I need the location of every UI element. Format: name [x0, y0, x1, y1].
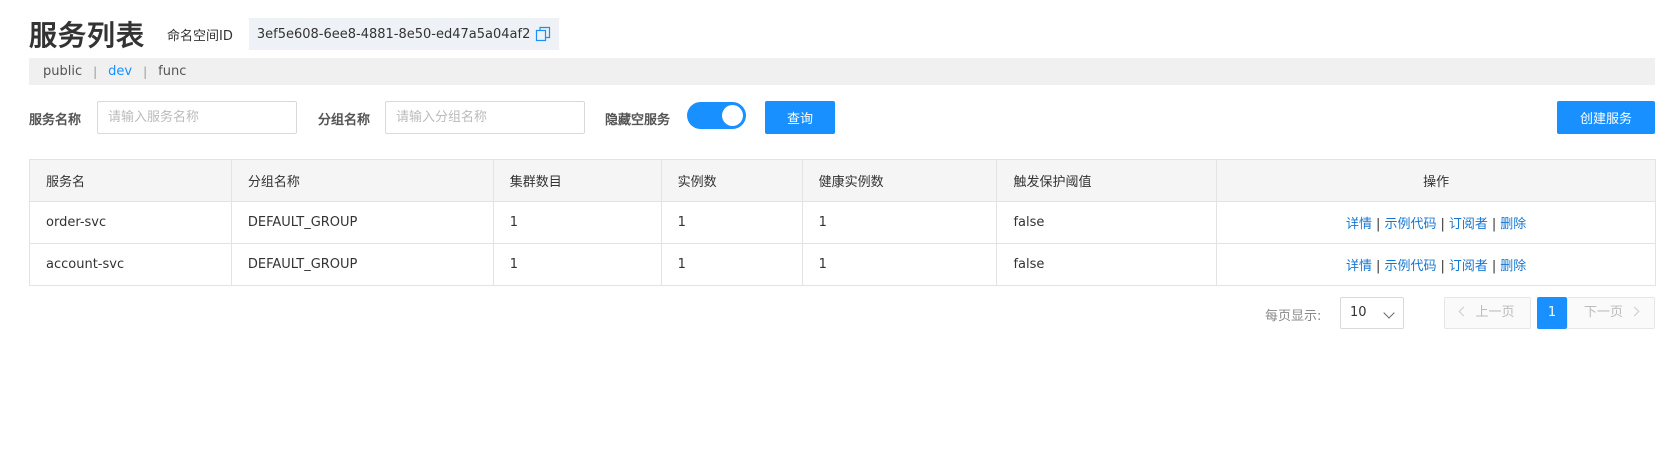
- namespace-id-box: 3ef5e608-6ee8-4881-8e50-ed47a5a04af2: [248, 18, 560, 50]
- group-name-label: 分组名称: [318, 113, 371, 128]
- prev-page-button[interactable]: 上一页: [1444, 297, 1531, 329]
- chevron-left-icon: [1459, 306, 1469, 316]
- cell-healthy-instance-count: 1: [801, 201, 998, 244]
- column-header-protect-threshold: 触发保护阈值: [996, 159, 1218, 202]
- namespace-tab-func[interactable]: func: [158, 64, 186, 79]
- sample-code-link[interactable]: 示例代码: [1384, 259, 1436, 274]
- page-size-value: 10: [1350, 305, 1367, 320]
- action-separator: |: [1491, 259, 1497, 274]
- cell-healthy-instance-count: 1: [801, 243, 998, 286]
- delete-link[interactable]: 删除: [1500, 259, 1526, 274]
- cell-protect-threshold: false: [996, 201, 1218, 244]
- subscribers-link[interactable]: 订阅者: [1449, 217, 1488, 232]
- cell-instance-count: 1: [660, 201, 803, 244]
- column-header-cluster-count: 集群数目: [492, 159, 662, 202]
- action-separator: |: [1376, 217, 1381, 232]
- cell-cluster-count: 1: [492, 201, 662, 244]
- column-header-healthy-instance-count: 健康实例数: [801, 159, 998, 202]
- chevron-down-icon: [1383, 307, 1395, 319]
- create-service-button[interactable]: 创建服务: [1557, 101, 1655, 134]
- namespace-tab-public[interactable]: public: [43, 64, 82, 79]
- toggle-knob: [722, 105, 743, 126]
- prev-page-label: 上一页: [1475, 305, 1515, 320]
- cell-cluster-count: 1: [492, 243, 662, 286]
- service-name-label: 服务名称: [29, 113, 82, 128]
- cell-operations: 详情 | 示例代码 | 订阅者 | 删除: [1216, 201, 1656, 244]
- copy-icon[interactable]: [535, 26, 551, 42]
- column-header-service-name: 服务名: [29, 159, 232, 202]
- table-row: order-svc DEFAULT_GROUP 1 1 1 false 详情 | 示…: [29, 201, 1656, 244]
- search-button[interactable]: 查询: [765, 101, 835, 134]
- page-number-button[interactable]: 1: [1537, 297, 1567, 329]
- cell-group-name: DEFAULT_GROUP: [230, 243, 494, 286]
- page-size-label: 每页显示:: [1265, 309, 1322, 324]
- cell-service-name: account-svc: [29, 243, 232, 286]
- page-title: 服务列表: [29, 19, 146, 52]
- next-page-button[interactable]: 下一页: [1567, 297, 1655, 329]
- page-header: 服务列表 命名空间ID 3ef5e608-6ee8-4881-8e50-ed47…: [29, 14, 560, 54]
- column-header-group-name: 分组名称: [230, 159, 494, 202]
- table-header-row: 服务名 分组名称 集群数目 实例数 健康实例数 触发保护阈值 操作: [29, 159, 1656, 202]
- hide-empty-toggle[interactable]: [687, 102, 746, 129]
- column-header-operations: 操作: [1216, 159, 1656, 202]
- column-header-instance-count: 实例数: [660, 159, 803, 202]
- subscribers-link[interactable]: 订阅者: [1449, 259, 1488, 274]
- hide-empty-label: 隐藏空服务: [605, 113, 671, 128]
- cell-protect-threshold: false: [996, 243, 1218, 286]
- chevron-right-icon: [1629, 306, 1640, 316]
- filter-bar: 服务名称 分组名称 隐藏空服务 查询 创建服务: [29, 101, 1655, 134]
- namespace-tab-dev[interactable]: dev: [108, 64, 132, 79]
- cell-operations: 详情 | 示例代码 | 订阅者 | 删除: [1216, 243, 1656, 286]
- next-page-label: 下一页: [1583, 305, 1623, 320]
- table-row: account-svc DEFAULT_GROUP 1 1 1 false 详情…: [29, 243, 1656, 286]
- service-table: 服务名 分组名称 集群数目 实例数 健康实例数 触发保护阈值 操作 order-…: [29, 159, 1656, 286]
- action-separator: |: [1491, 217, 1497, 232]
- namespace-id-value: 3ef5e608-6ee8-4881-8e50-ed47a5a04af2: [256, 26, 531, 42]
- namespace-separator: |: [143, 64, 148, 79]
- detail-link[interactable]: 详情: [1346, 217, 1372, 232]
- cell-group-name: DEFAULT_GROUP: [230, 201, 494, 244]
- pagination: 每页显示: 10 上一页 1 下一页: [0, 297, 1675, 329]
- delete-link[interactable]: 删除: [1500, 217, 1526, 232]
- namespace-separator: |: [93, 64, 98, 79]
- page-size-select[interactable]: 10: [1340, 297, 1404, 329]
- cell-instance-count: 1: [660, 243, 803, 286]
- action-separator: |: [1376, 259, 1381, 274]
- service-name-input[interactable]: [97, 101, 297, 134]
- detail-link[interactable]: 详情: [1346, 259, 1372, 274]
- action-separator: |: [1440, 217, 1445, 232]
- namespace-id-label: 命名空间ID: [167, 28, 233, 44]
- sample-code-link[interactable]: 示例代码: [1384, 217, 1436, 232]
- cell-service-name: order-svc: [29, 201, 232, 244]
- action-separator: |: [1440, 259, 1445, 274]
- namespace-tabs: public | dev | func: [29, 58, 1655, 85]
- group-name-input[interactable]: [385, 101, 585, 134]
